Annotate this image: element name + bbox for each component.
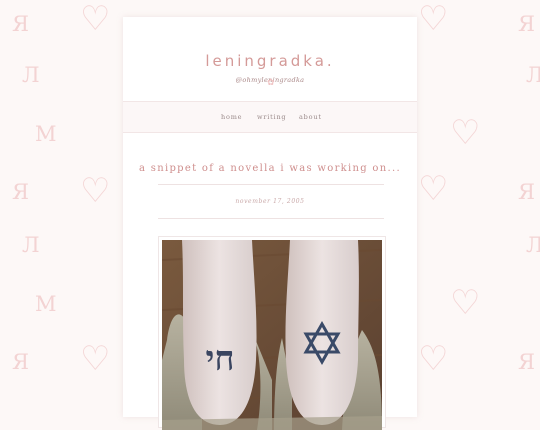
nav-item-about[interactable]: about xyxy=(299,113,322,121)
heart-icon: ♡ xyxy=(450,113,481,153)
background-letter: Л xyxy=(526,233,540,257)
heart-icon: ♡ xyxy=(80,171,111,211)
background-letter: Л xyxy=(22,233,40,257)
nav-item-home[interactable]: home xyxy=(221,113,242,121)
heart-icon: ♡ xyxy=(418,0,449,39)
heart-icon: ✿ xyxy=(267,78,275,88)
blog-title[interactable]: leningradka. xyxy=(123,52,417,70)
divider xyxy=(158,218,384,219)
background-letter: Я xyxy=(518,180,535,204)
post-image-frame: חי xyxy=(158,236,386,430)
background-letter: М xyxy=(35,122,57,146)
post-image[interactable]: חי xyxy=(162,240,382,430)
heart-icon: ♡ xyxy=(418,169,449,209)
blog-card: leningradka. @ohmyleningradka ✿ home wri… xyxy=(123,17,417,430)
heart-icon: ♡ xyxy=(418,339,449,379)
post-title[interactable]: a snippet of a novella i was working on.… xyxy=(123,163,417,174)
nav-item-writing[interactable]: writing xyxy=(257,113,286,121)
post-date[interactable]: november 17, 2005 xyxy=(123,198,417,205)
nav-bar: home writing about xyxy=(123,101,417,133)
heart-icon: ♡ xyxy=(80,339,111,379)
divider xyxy=(158,184,384,185)
background-letter: Я xyxy=(518,12,535,36)
background-letter: М xyxy=(35,292,57,316)
hebrew-chai-tattoo-icon: חי xyxy=(205,339,234,379)
background-letter: Я xyxy=(12,180,29,204)
background-letter: Я xyxy=(12,350,29,374)
feet-tattoo-photo: חי xyxy=(162,240,382,430)
background-letter: Я xyxy=(518,350,535,374)
heart-icon: ♡ xyxy=(450,283,481,323)
background-letter: Л xyxy=(22,63,40,87)
background-letter: Я xyxy=(12,12,29,36)
heart-icon: ♡ xyxy=(80,0,111,39)
background-letter: Л xyxy=(526,63,540,87)
